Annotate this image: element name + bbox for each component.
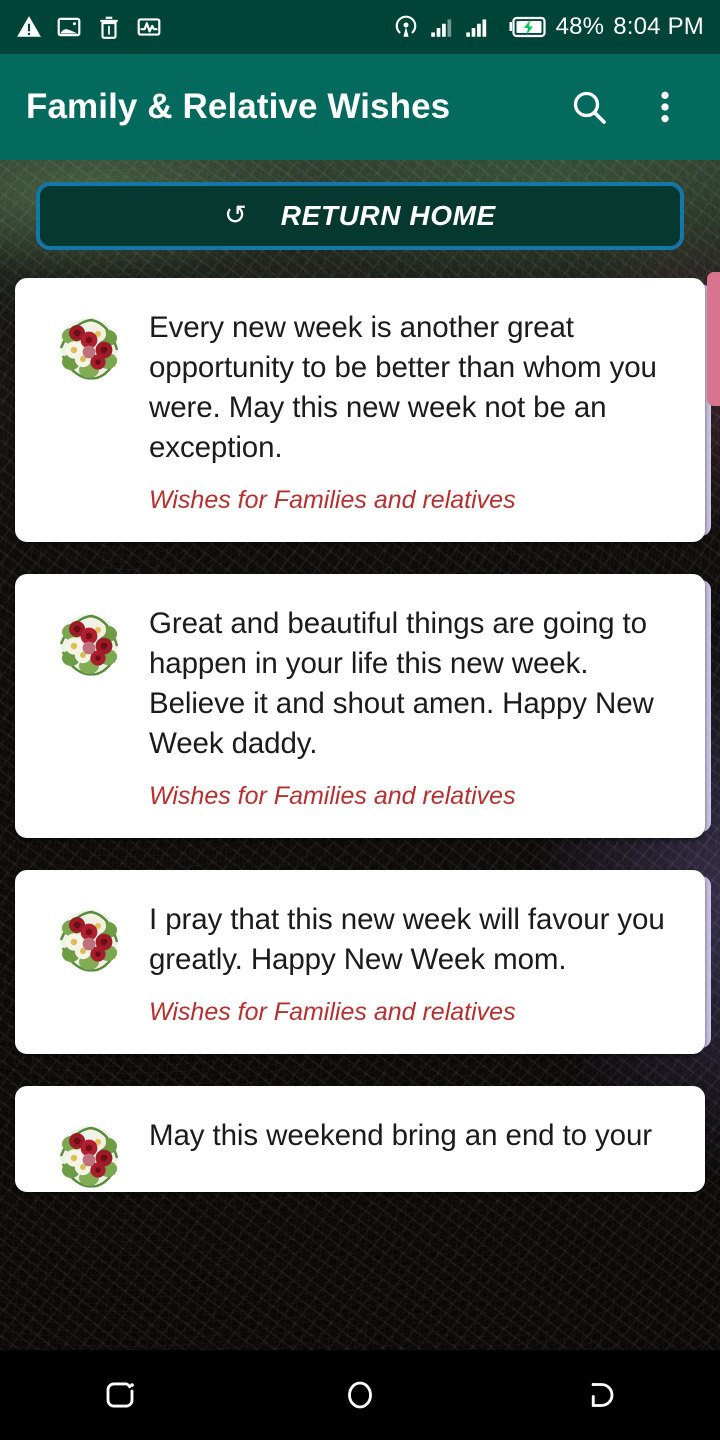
recents-icon: [106, 1382, 134, 1408]
status-bar: 48% 8:04 PM: [0, 0, 720, 54]
flower-bouquet-icon: [59, 910, 119, 972]
more-vertical-icon: [661, 91, 669, 123]
wish-text: Great and beautiful things are going to …: [149, 607, 654, 760]
card-edge-accent: [701, 1092, 705, 1186]
wish-subtitle: Wishes for Families and relatives: [149, 782, 516, 810]
search-icon: [573, 91, 606, 124]
home-icon: [348, 1381, 372, 1409]
search-button[interactable]: [566, 84, 612, 130]
activity-pulse-icon: [137, 18, 161, 36]
list-item[interactable]: Great and beautiful things are going to …: [15, 574, 711, 838]
list-item[interactable]: I pray that this new week will favour yo…: [15, 870, 711, 1054]
list-item[interactable]: Every new week is another great opportun…: [15, 278, 711, 542]
image-icon: [57, 17, 81, 37]
card-body: May this weekend bring an end to your: [149, 1116, 681, 1156]
wish-text: May this weekend bring an end to your: [149, 1119, 653, 1152]
wish-text: Every new week is another great opportun…: [149, 311, 657, 464]
signal-bars-icon-1: [430, 19, 451, 37]
recents-button[interactable]: [75, 1350, 165, 1440]
status-bar-right-icons: 48% 8:04 PM: [393, 13, 704, 41]
page-title: Family & Relative Wishes: [26, 87, 451, 126]
wishes-list[interactable]: Every new week is another great opportun…: [0, 278, 720, 1238]
wish-subtitle: Wishes for Families and relatives: [149, 486, 516, 514]
back-button[interactable]: [555, 1350, 645, 1440]
flower-bouquet-icon: [59, 318, 119, 380]
scrollbar-thumb[interactable]: [707, 272, 720, 406]
trash-icon: [100, 16, 118, 39]
app-bar-actions: [566, 84, 694, 130]
app-bar: Family & Relative Wishes: [0, 54, 720, 160]
wish-subtitle: Wishes for Families and relatives: [149, 998, 516, 1026]
back-icon: [591, 1382, 614, 1407]
battery-charging-icon: [509, 16, 546, 38]
overflow-menu-button[interactable]: [642, 84, 688, 130]
card-body: Every new week is another great opportun…: [149, 308, 681, 516]
scrollbar-track[interactable]: [707, 272, 720, 1240]
clock-label: 8:04 PM: [613, 13, 704, 40]
hotspot-icon: [395, 15, 416, 37]
refresh-rotate-icon: ↺: [224, 199, 247, 230]
status-bar-left-icons: [16, 14, 162, 40]
card-body: I pray that this new week will favour yo…: [149, 900, 681, 1028]
flower-bouquet-icon: [59, 614, 119, 676]
phone-screen: 48% 8:04 PM Family & Relative Wishes ↺ R…: [0, 0, 720, 1440]
home-button[interactable]: [315, 1350, 405, 1440]
signal-bars-icon-2: [465, 19, 486, 37]
system-navigation-bar: [0, 1350, 720, 1440]
list-item[interactable]: May this weekend bring an end to your: [15, 1086, 705, 1192]
return-home-label: RETURN HOME: [280, 200, 496, 231]
wish-text: I pray that this new week will favour yo…: [149, 903, 665, 976]
battery-percent-label: 48%: [555, 13, 605, 40]
return-home-container: ↺ RETURN HOME: [0, 182, 720, 250]
return-home-button[interactable]: ↺ RETURN HOME: [36, 182, 684, 250]
flower-bouquet-icon: [59, 1126, 119, 1188]
warning-triangle-icon: [17, 16, 41, 37]
card-body: Great and beautiful things are going to …: [149, 604, 681, 812]
